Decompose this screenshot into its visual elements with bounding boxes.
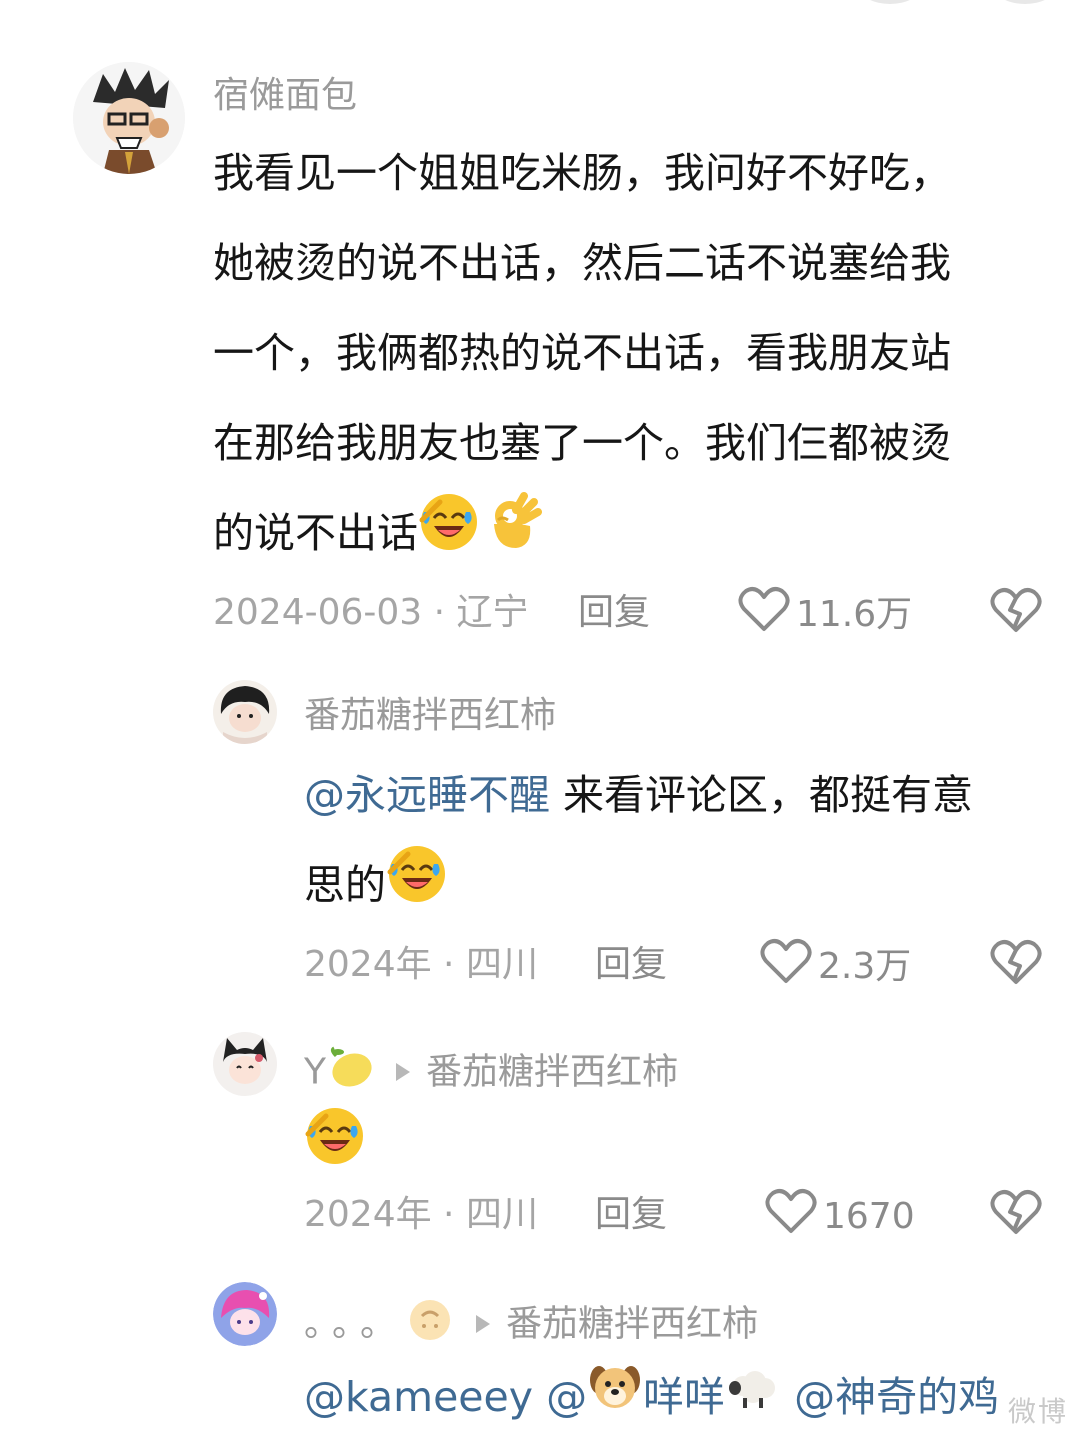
mention-name: 咩咩 (643, 1373, 726, 1421)
comment-text-fragment: 来看评论区，都挺有意 (550, 771, 974, 819)
avatar[interactable] (213, 680, 277, 744)
reply-to-username[interactable]: 番茄糖拌西红柿 (506, 1304, 758, 1345)
like-button[interactable]: 2.3万 (760, 937, 911, 996)
comment-text-line: 我看见一个姐姐吃米肠，我问好不好吃， (213, 149, 951, 197)
comment-text-line: @永远睡不醒 来看评论区，都挺有意 (304, 750, 1064, 840)
mention-link[interactable]: @ 咩咩 (546, 1366, 781, 1421)
like-count: 2.3万 (818, 945, 912, 987)
upside-down-face-emoji-icon (406, 1296, 454, 1355)
comment-text: 我看见一个姐姐吃米肠，我问好不好吃， 她被烫的说不出话，然后二话不说塞给我 一个… (213, 128, 1043, 583)
laughing-crying-emoji-icon (418, 490, 480, 583)
reply-arrow-icon (476, 1314, 491, 1333)
comment-meta: 2024年 · 四川 (304, 944, 538, 985)
heart-icon (760, 937, 812, 996)
reply-button[interactable]: 回复 (578, 591, 650, 635)
comment-username[interactable]: 宿傩面包 (213, 74, 357, 118)
avatar[interactable] (213, 1282, 277, 1346)
dog-face-emoji-icon (587, 1355, 643, 1445)
comment-meta: 2024-06-03 · 辽宁 (213, 592, 529, 633)
laughing-crying-emoji-icon (304, 1104, 366, 1170)
comment-username[interactable]: 番茄糖拌西红柿 (304, 694, 556, 738)
mention-prefix: @ (546, 1373, 588, 1421)
heart-icon (738, 585, 790, 644)
comment-text: @kameeey @ 咩咩 @神奇的鸡 (304, 1352, 1064, 1445)
laughing-crying-emoji-icon (386, 842, 448, 935)
comment-username[interactable]: Y 番茄糖拌西红柿 (304, 1046, 678, 1101)
mention-link[interactable]: @神奇的鸡 (794, 1373, 999, 1421)
mention-link[interactable]: @永远睡不醒 (304, 771, 550, 819)
comment-username[interactable]: 。。。 番茄糖拌西红柿 (304, 1296, 758, 1355)
avatar[interactable] (213, 1032, 277, 1096)
top-partial-icon (860, 0, 920, 4)
comment-text-line: 的说不出话 (213, 488, 1043, 583)
lemon-emoji-icon (326, 1046, 374, 1101)
like-button[interactable]: 11.6万 (738, 585, 912, 644)
comment-text-fragment: 的说不出话 (213, 509, 418, 557)
sheep-emoji-icon (725, 1355, 781, 1445)
comment-text-line: 一个，我俩都热的说不出话，看我朋友站 (213, 329, 951, 377)
reply-arrow-icon (396, 1062, 410, 1081)
heart-icon (765, 1187, 817, 1246)
mention-link[interactable]: @kameeey (304, 1373, 533, 1421)
comment-text-fragment: 思的 (304, 861, 386, 909)
ok-hand-emoji-icon (480, 490, 542, 583)
comment-text: @永远睡不醒 来看评论区，都挺有意 思的 (304, 750, 1064, 935)
like-button[interactable]: 1670 (765, 1187, 915, 1246)
comment-text-line: 在那给我朋友也塞了一个。我们仨都被烫 (213, 419, 951, 467)
reply-button[interactable]: 回复 (595, 943, 667, 987)
like-count: 11.6万 (796, 593, 913, 635)
reply-button[interactable]: 回复 (595, 1193, 667, 1237)
avatar[interactable] (73, 62, 185, 174)
comment-meta: 2024年 · 四川 (304, 1194, 538, 1235)
broken-heart-icon[interactable] (990, 586, 1042, 638)
broken-heart-icon[interactable] (990, 1188, 1042, 1240)
like-count: 1670 (823, 1195, 915, 1237)
comment-text-line: @kameeey @ 咩咩 @神奇的鸡 (304, 1352, 1064, 1445)
username-text: Y (304, 1051, 326, 1093)
broken-heart-icon[interactable] (990, 938, 1042, 990)
reply-to-username[interactable]: 番茄糖拌西红柿 (426, 1052, 678, 1093)
comment-text-line: 思的 (304, 840, 1064, 935)
comment-text-line: 她被烫的说不出话，然后二话不说塞给我 (213, 239, 951, 287)
top-partial-icon (995, 0, 1055, 4)
watermark: 微博 (1007, 1395, 1068, 1428)
username-text: 。。。 (304, 1303, 407, 1345)
